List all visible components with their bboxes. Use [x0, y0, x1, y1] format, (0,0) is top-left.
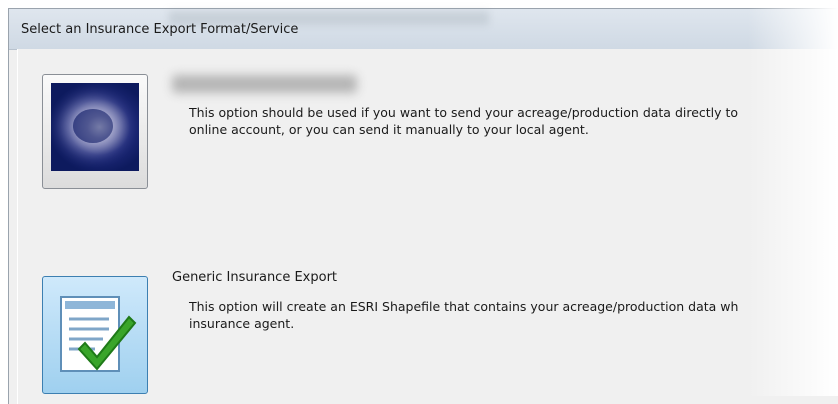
option-online-service: This option should be used if you want t… [18, 49, 838, 209]
generic-export-button[interactable] [42, 276, 148, 394]
description-line: This option should be used if you want t… [189, 105, 739, 120]
document-check-icon [60, 296, 137, 372]
dialog-title: Select an Insurance Export Format/Servic… [21, 22, 299, 37]
description-line: insurance agent. [189, 316, 295, 331]
dialog-content: This option should be used if you want t… [17, 49, 838, 404]
insurance-export-dialog: Select an Insurance Export Format/Servic… [8, 8, 838, 404]
option-title-redacted [172, 75, 357, 93]
option-generic-insurance-export: Generic Insurance Export This option wil… [18, 254, 838, 404]
option-description: This option will create an ESRI Shapefil… [189, 298, 838, 332]
option-title: Generic Insurance Export [172, 270, 338, 285]
title-bar: Select an Insurance Export Format/Servic… [9, 9, 838, 50]
option-description: This option should be used if you want t… [189, 104, 838, 138]
description-line: online account, or you can send it manua… [189, 122, 589, 137]
blurred-logo-icon [51, 83, 139, 171]
online-service-button[interactable] [42, 74, 148, 189]
description-line: This option will create an ESRI Shapefil… [189, 299, 739, 314]
